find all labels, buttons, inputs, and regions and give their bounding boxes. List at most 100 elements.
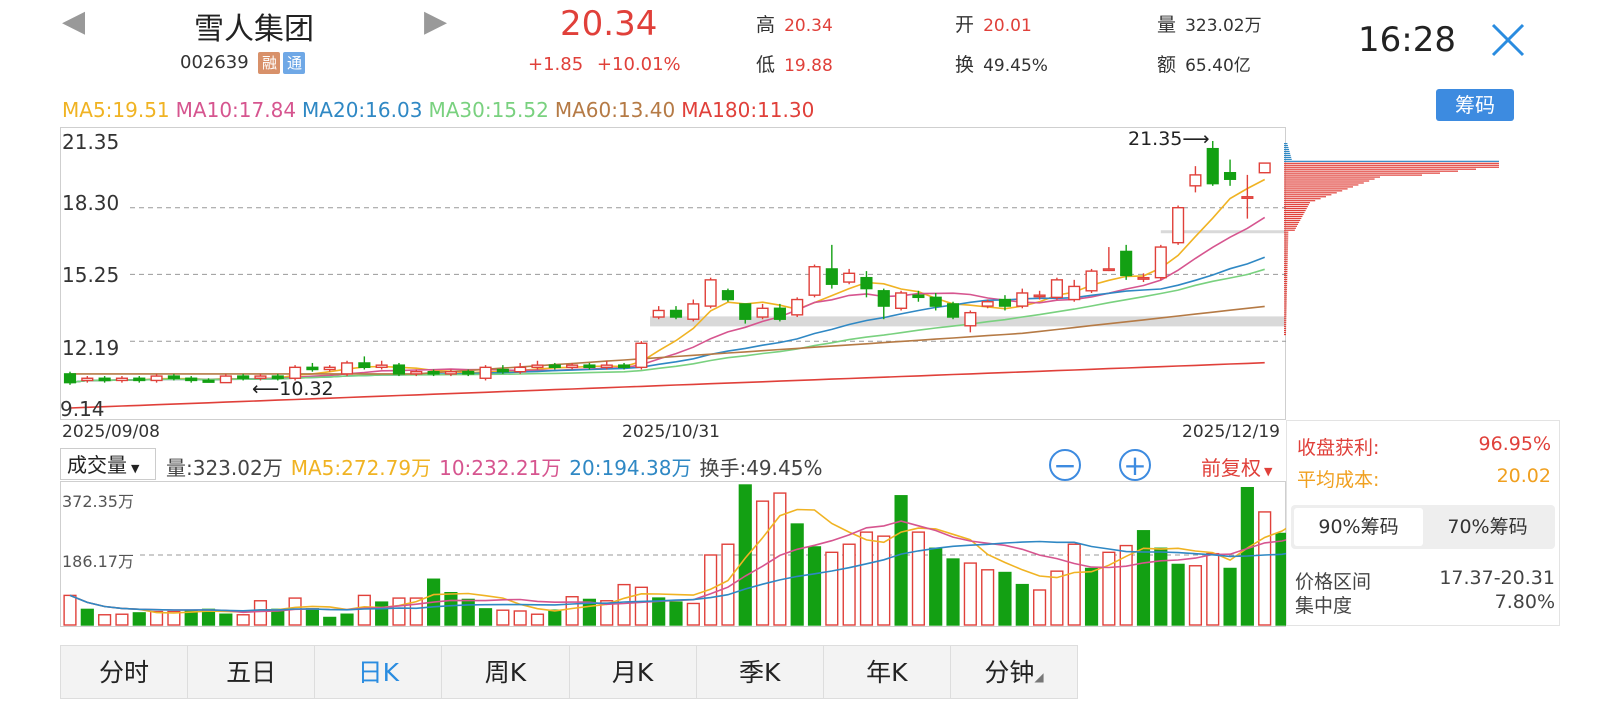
- adjust-selector[interactable]: 前复权 ▼: [1201, 452, 1272, 481]
- tab-five-day[interactable]: 五日: [188, 646, 316, 698]
- ma180-label: MA180:11.30: [681, 98, 815, 122]
- chip-bar: [1284, 316, 1287, 318]
- chip-bar: [1284, 284, 1288, 286]
- volume-bar: [738, 484, 752, 626]
- chip-bar: [1284, 247, 1288, 249]
- chip-bar: [1284, 294, 1287, 296]
- chip-bar: [1284, 333, 1286, 336]
- candle-body: [548, 364, 561, 369]
- ma30-label: MA30:15.52: [428, 98, 549, 122]
- volume-bar: [392, 597, 406, 626]
- stock-code: 002639: [180, 52, 249, 73]
- candle-body: [514, 366, 527, 373]
- chip-bar: [1284, 231, 1289, 233]
- volume-bar: [288, 597, 302, 626]
- volume-bar: [548, 609, 562, 626]
- volume-bar: [478, 608, 493, 626]
- tab-monthly-k[interactable]: 月K: [570, 646, 697, 698]
- chip-bar: [1284, 328, 1287, 330]
- candle-body: [721, 290, 735, 301]
- chip-bar: [1284, 186, 1353, 188]
- candle-body: [1154, 246, 1167, 279]
- chip-bar: [1284, 274, 1288, 277]
- tab-intraday[interactable]: 分时: [61, 646, 189, 698]
- chip-distribution-button[interactable]: 筹码: [1436, 89, 1514, 121]
- prev-stock-arrow-icon[interactable]: ◀: [62, 4, 85, 39]
- price-range-value: 17.37-20.31: [1439, 567, 1555, 589]
- stat-turnover-value: 49.45%: [983, 56, 1048, 76]
- chip-bar: [1284, 304, 1287, 306]
- volume-bar: [340, 613, 354, 626]
- chip-bar: [1284, 223, 1299, 225]
- chip-bar: [1284, 280, 1288, 282]
- volume-bar: [305, 608, 319, 626]
- date-tick-start: 2025/09/08: [62, 422, 160, 442]
- margin-badge: 融: [258, 52, 281, 74]
- chip-bar: [1284, 314, 1287, 316]
- chip-bar: [1284, 206, 1308, 208]
- volume-bar: [825, 551, 839, 626]
- price-tick-5: 9.14: [60, 397, 105, 421]
- chip-bar: [1284, 241, 1289, 243]
- chip-bar: [1284, 229, 1295, 231]
- volume-chart[interactable]: [60, 481, 1286, 627]
- chip-bar: [1284, 296, 1287, 298]
- candle-body: [895, 292, 908, 309]
- chip-bar: [1284, 265, 1288, 267]
- indicator-selector[interactable]: 成交量 ▼: [60, 448, 156, 480]
- tab-quarterly-k[interactable]: 季K: [697, 646, 824, 698]
- volume-bar: [1067, 543, 1081, 626]
- chip-bar: [1284, 170, 1458, 172]
- volume-bar: [790, 523, 804, 626]
- chip-bar: [1284, 221, 1300, 223]
- chip-bar: [1284, 144, 1288, 147]
- candle-body: [98, 377, 111, 382]
- candlestick-chart[interactable]: [60, 127, 1286, 420]
- tab-daily-k[interactable]: 日K: [315, 646, 443, 698]
- chip-bar: [1284, 172, 1440, 174]
- volume-bar: [253, 600, 268, 626]
- stat-amount: 额 65.40亿: [1157, 54, 1251, 76]
- volume-bar: [1033, 589, 1047, 626]
- zoom-out-button[interactable]: −: [1049, 449, 1081, 481]
- dropdown-arrow-icon: ▼: [1264, 465, 1273, 478]
- price-tick-2: 18.30: [62, 191, 120, 215]
- chip-percent-tabs: 90%筹码 70%筹码: [1291, 505, 1555, 549]
- tab-weekly-k[interactable]: 周K: [442, 646, 570, 698]
- candle-body: [81, 377, 94, 382]
- tab-minute[interactable]: 分钟◢: [951, 646, 1077, 698]
- arrow-right-icon: ⟶: [1182, 128, 1210, 150]
- candle-body: [669, 309, 683, 318]
- chip-bar: [1284, 176, 1380, 178]
- next-stock-arrow-icon[interactable]: ▶: [424, 4, 447, 39]
- chip-bar: [1284, 156, 1292, 159]
- chip-bar: [1284, 200, 1316, 202]
- candle-body: [704, 279, 717, 307]
- tab-yearly-k[interactable]: 年K: [824, 646, 951, 698]
- volume-bar: [461, 598, 475, 626]
- volume-bar: [1223, 567, 1237, 626]
- chip-bar: [1284, 237, 1289, 239]
- candle-body: [773, 307, 786, 320]
- volume-bar: [773, 492, 787, 626]
- high-mark-annotation: 21.35⟶: [1128, 128, 1210, 150]
- candle-body: [289, 366, 302, 379]
- close-icon[interactable]: [1490, 22, 1526, 58]
- volume-bar: [323, 616, 337, 626]
- candle-body: [825, 268, 838, 285]
- zoom-in-button[interactable]: +: [1119, 449, 1151, 481]
- chip-bar: [1284, 194, 1332, 196]
- tab-90-chip[interactable]: 90%筹码: [1294, 508, 1423, 546]
- candle-body: [981, 301, 994, 307]
- candle-body: [1258, 162, 1271, 174]
- volume-bar: [1084, 567, 1099, 626]
- candle-body: [929, 296, 942, 307]
- volume-bar: [115, 613, 129, 626]
- volume-ma20: 20:194.38万: [569, 456, 692, 480]
- chip-bar: [1284, 270, 1288, 273]
- stat-high-value: 20.34: [784, 16, 833, 36]
- tab-70-chip[interactable]: 70%筹码: [1423, 508, 1552, 546]
- candle-body: [739, 303, 752, 320]
- chip-bar: [1284, 331, 1287, 334]
- chip-bar: [1284, 255, 1288, 257]
